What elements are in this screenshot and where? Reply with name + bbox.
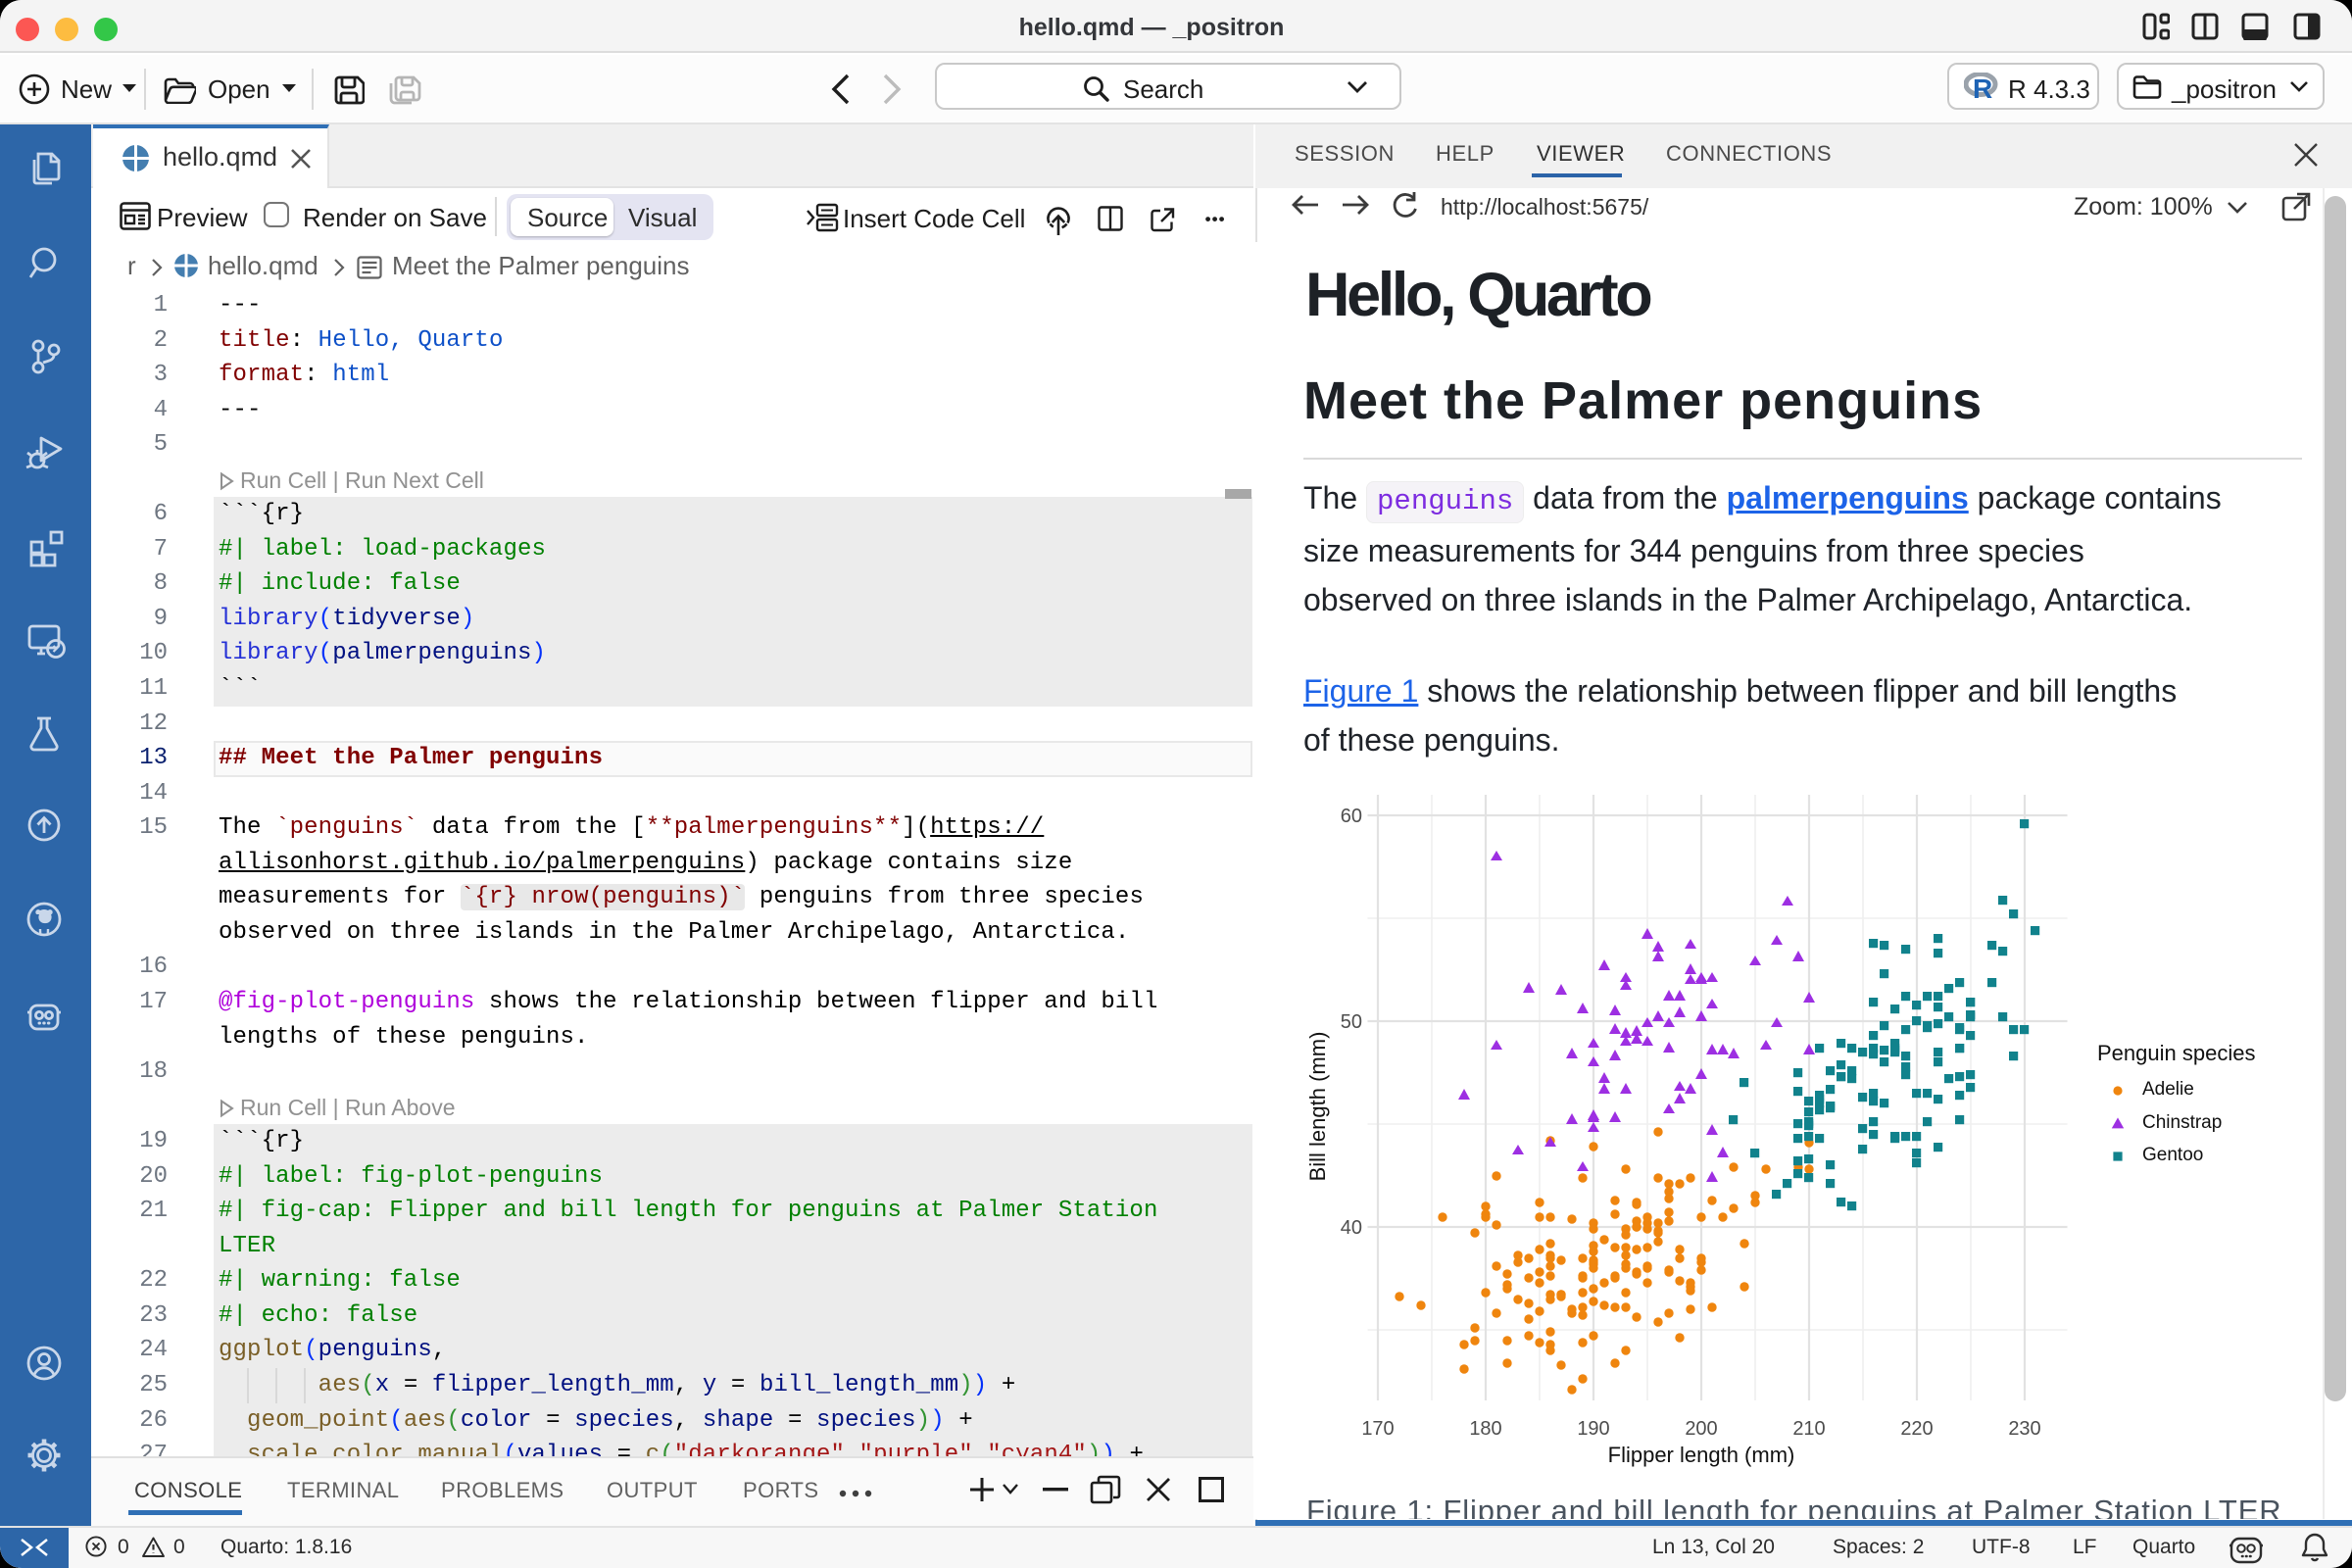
svg-text:Chinstrap: Chinstrap <box>2142 1112 2222 1133</box>
svg-text:180: 180 <box>1469 1418 1501 1440</box>
svg-text:Gentoo: Gentoo <box>2142 1145 2203 1165</box>
svg-text:210: 210 <box>1792 1418 1825 1440</box>
svg-text:60: 60 <box>1341 806 1362 827</box>
svg-text:Flipper length (mm): Flipper length (mm) <box>1608 1443 1795 1467</box>
svg-text:200: 200 <box>1685 1418 1717 1440</box>
svg-text:R: R <box>1973 74 1992 100</box>
svg-text:50: 50 <box>1341 1011 1362 1033</box>
svg-text:Bill length (mm): Bill length (mm) <box>1305 1032 1330 1182</box>
svg-text:220: 220 <box>1900 1418 1933 1440</box>
svg-text:190: 190 <box>1577 1418 1609 1440</box>
svg-text:230: 230 <box>2008 1418 2040 1440</box>
svg-text:Adelie: Adelie <box>2142 1079 2194 1100</box>
svg-text:Penguin species: Penguin species <box>2097 1041 2255 1065</box>
svg-text:40: 40 <box>1341 1217 1362 1239</box>
svg-text:170: 170 <box>1361 1418 1394 1440</box>
